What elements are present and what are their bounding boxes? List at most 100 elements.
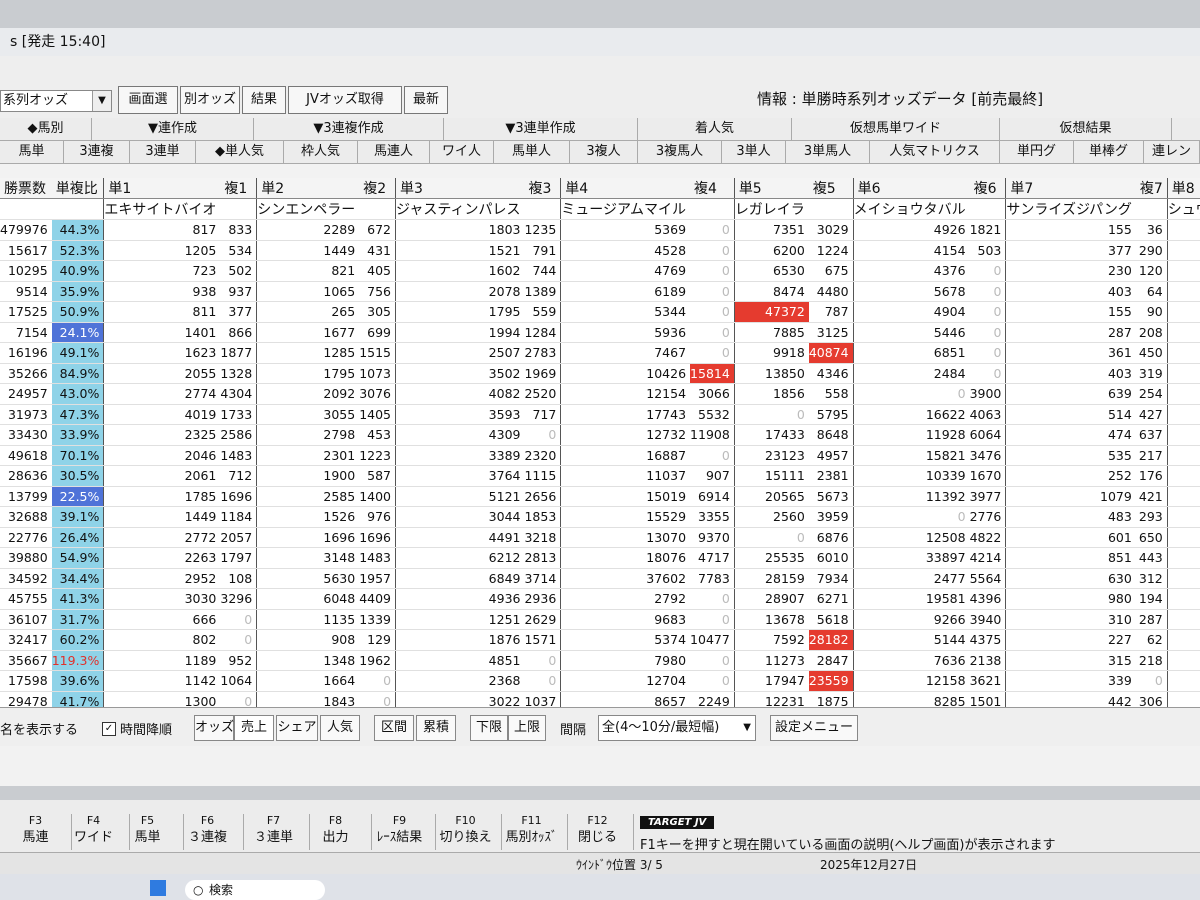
odds-cell: 1795 (256, 363, 360, 384)
table-row[interactable]: 16196 49.1% 1623 1877 1285 1515 2507 2783 7467 0 9… (0, 342, 1200, 364)
table-row[interactable]: 10295 40.9% 723 502 821 405 1602 744 4769 0 6530 67… (0, 260, 1200, 282)
table-row[interactable]: 31973 47.3% 4019 1733 3055 1405 3593 717 17743 55… (0, 404, 1200, 425)
column-header[interactable]: 単3 (395, 178, 525, 199)
tab-quinella-pop[interactable]: 馬連人 (358, 141, 430, 163)
table-row[interactable]: 479976 44.3% 817 833 2289 672 1803 1235 5369 0 735… (0, 219, 1200, 241)
fkey-f6[interactable]: F6 ３連複 (172, 814, 244, 850)
tab-finish-pop[interactable]: 着人気 (638, 118, 792, 140)
odds-cell: 1856 (734, 383, 809, 405)
odds-mode-button[interactable]: オッズ (194, 715, 234, 741)
column-header[interactable]: 複2 (359, 178, 397, 199)
odds-cell: 3940 (969, 609, 1007, 630)
column-header[interactable]: 単1 (103, 178, 221, 199)
odds-cell: 3030 (103, 588, 221, 610)
tab-ren-create[interactable]: ▼連作成 (92, 118, 254, 140)
jv-odds-fetch-button[interactable]: JVオッズ取得 (288, 86, 402, 114)
tab-frame-pop[interactable]: 枠人気 (284, 141, 358, 163)
column-header[interactable]: 単7 (1005, 178, 1136, 199)
table-row[interactable]: 15617 52.3% 1205 534 1449 431 1521 791 4528 0 6200… (0, 240, 1200, 261)
tab-virtual-result[interactable]: 仮想結果 (1000, 118, 1172, 140)
column-header[interactable]: 単4 (560, 178, 691, 199)
time-desc-checkbox[interactable]: ✓ (102, 722, 116, 736)
tab-trio-create[interactable]: ▼3連複作成 (254, 118, 444, 140)
table-row[interactable]: 9514 35.9% 938 937 1065 756 2078 1389 6189 0 8474 4… (0, 281, 1200, 302)
fkey-f9[interactable]: F9 ﾚｰｽ結果 (364, 814, 436, 850)
fkey-f12[interactable]: F12 閉じる (562, 814, 634, 850)
odds-cell: 3218 (524, 527, 562, 548)
table-row[interactable]: 49618 70.1% 2046 1483 2301 1223 3389 2320 16887 0… (0, 445, 1200, 466)
table-row[interactable]: 45755 41.3% 3030 3296 6048 4409 4936 2936 2792 0 2… (0, 588, 1200, 610)
tab-trifecta-pop[interactable]: 3単人 (722, 141, 786, 163)
odds-cell: 2792 (560, 588, 691, 610)
section-button[interactable]: 区間 (374, 715, 414, 741)
odds-cell: 8648 (808, 424, 854, 446)
settings-menu-button[interactable]: 設定メニュー (770, 715, 858, 741)
column-header[interactable]: 複1 (220, 178, 258, 199)
tab-trio-pop[interactable]: 3複人 (570, 141, 638, 163)
column-header[interactable]: 複5 (808, 178, 854, 199)
table-row[interactable]: 35266 84.9% 2055 1328 1795 1073 3502 1969 10426 1… (0, 363, 1200, 384)
tab-trifecta-horse-pop[interactable]: 3単馬人 (786, 141, 870, 163)
tab-trifecta[interactable]: 3連単 (130, 141, 196, 163)
fkey-f8[interactable]: F8 出力 (300, 814, 372, 850)
pop-mode-button[interactable]: 人気 (320, 715, 360, 741)
tab-trio-horse-pop[interactable]: 3複馬人 (638, 141, 722, 163)
odds-cell: 3044 (395, 506, 525, 528)
table-row[interactable]: 39880 54.9% 2263 1797 3148 1483 6212 2813 18076 4… (0, 547, 1200, 569)
share-mode-button[interactable]: シェア (276, 715, 318, 741)
tab-ren[interactable]: 連レン (1144, 141, 1200, 163)
tab-win-pop[interactable]: ◆単人気 (196, 141, 284, 163)
tab-pop-matrix[interactable]: 人気マトリクス (870, 141, 1000, 163)
table-row[interactable]: 13799 22.5% 1785 1696 2585 1400 5121 2656 15019 6… (0, 486, 1200, 507)
upper-limit-button[interactable]: 上限 (508, 715, 546, 741)
column-header[interactable]: 単2 (256, 178, 360, 199)
column-header[interactable]: 複3 (524, 178, 562, 199)
column-header[interactable]: 複6 (969, 178, 1007, 199)
table-row[interactable]: 22776 26.4% 2772 2057 1696 1696 4491 3218 13070 9… (0, 527, 1200, 548)
table-row[interactable]: 28636 30.5% 2061 712 1900 587 3764 1115 11037 907… (0, 465, 1200, 487)
tab-win-pie-graph[interactable]: 単円グ (1000, 141, 1074, 163)
tab-exacta-pop[interactable]: 馬単人 (494, 141, 570, 163)
sales-mode-button[interactable]: 売上 (234, 715, 274, 741)
screen-select-button[interactable]: 画面選 (118, 86, 178, 114)
tab-trio[interactable]: 3連複 (64, 141, 130, 163)
table-row[interactable]: 24957 43.0% 2774 4304 2092 3076 4082 2520 12154 3… (0, 383, 1200, 405)
column-header[interactable]: 単6 (853, 178, 970, 199)
odds-cell: 2783 (524, 342, 562, 364)
odds-cell: 756 (359, 281, 397, 302)
table-row[interactable]: 17525 50.9% 811 377 265 305 1795 559 5344 0 47372 7… (0, 301, 1200, 323)
lower-limit-button[interactable]: 下限 (470, 715, 508, 741)
column-header[interactable]: 単複比 (51, 178, 105, 199)
alt-odds-button[interactable]: 別オッズ (180, 86, 240, 114)
tab-wide-pop[interactable]: ワイ人 (430, 141, 494, 163)
table-row[interactable]: 35667 119.3% 1189 952 1348 1962 4851 0 7980 0 1127… (0, 650, 1200, 671)
odds-type-dropdown[interactable]: 系列オッズ ▼ (0, 90, 112, 112)
column-header[interactable]: 複4 (690, 178, 735, 199)
table-row[interactable]: 33430 33.9% 2325 2586 2798 453 4309 0 12732 11908… (0, 424, 1200, 446)
tab-trifecta-create[interactable]: ▼3連単作成 (444, 118, 638, 140)
tab-win-bar-graph[interactable]: 単棒グ (1074, 141, 1144, 163)
fkey-f11[interactable]: F11 馬別ｵｯｽﾞ (496, 814, 568, 850)
interval-dropdown[interactable]: 全(4～10分/最短幅) ▼ (598, 715, 756, 741)
table-row[interactable]: 36107 31.7% 666 0 1135 1339 1251 2629 9683 0 13678… (0, 609, 1200, 630)
fkey-f10[interactable]: F10 切り換え (430, 814, 502, 850)
odds-grid[interactable]: 勝票数単複比単1複1単2複2単3複3単4複4単5複5単6複6単7複7単8複8単9… (0, 178, 1200, 733)
table-row[interactable]: 17598 39.6% 1142 1064 1664 0 2368 0 12704 0 17947 2… (0, 670, 1200, 692)
column-header[interactable]: 複7 (1135, 178, 1168, 199)
taskbar-search[interactable]: ○ 検索 (185, 880, 325, 900)
table-row[interactable]: 32688 39.1% 1449 1184 1526 976 3044 1853 15529 33… (0, 506, 1200, 528)
tab-horse[interactable]: ◆馬別 (0, 118, 92, 140)
column-header[interactable]: 勝票数 (0, 178, 52, 199)
column-header[interactable]: 単8 (1167, 178, 1200, 199)
column-header[interactable]: 単5 (734, 178, 809, 199)
latest-button[interactable]: 最新 (404, 86, 448, 114)
table-row[interactable]: 34592 34.4% 2952 108 5630 1957 6849 3714 37602 77… (0, 568, 1200, 589)
cumulative-button[interactable]: 累積 (416, 715, 456, 741)
tab-virtual-wide[interactable]: 仮想馬単ワイド (792, 118, 1000, 140)
tab-umatan[interactable]: 馬単 (0, 141, 64, 163)
table-row[interactable]: 32417 60.2% 802 0 908 129 1876 1571 5374 10477 759… (0, 629, 1200, 651)
odds-cell: 5673 (808, 486, 854, 507)
table-row[interactable]: 7154 24.1% 1401 866 1677 699 1994 1284 5936 0 7885… (0, 322, 1200, 343)
result-button[interactable]: 結果 (242, 86, 286, 114)
windows-start-icon[interactable] (150, 880, 166, 896)
